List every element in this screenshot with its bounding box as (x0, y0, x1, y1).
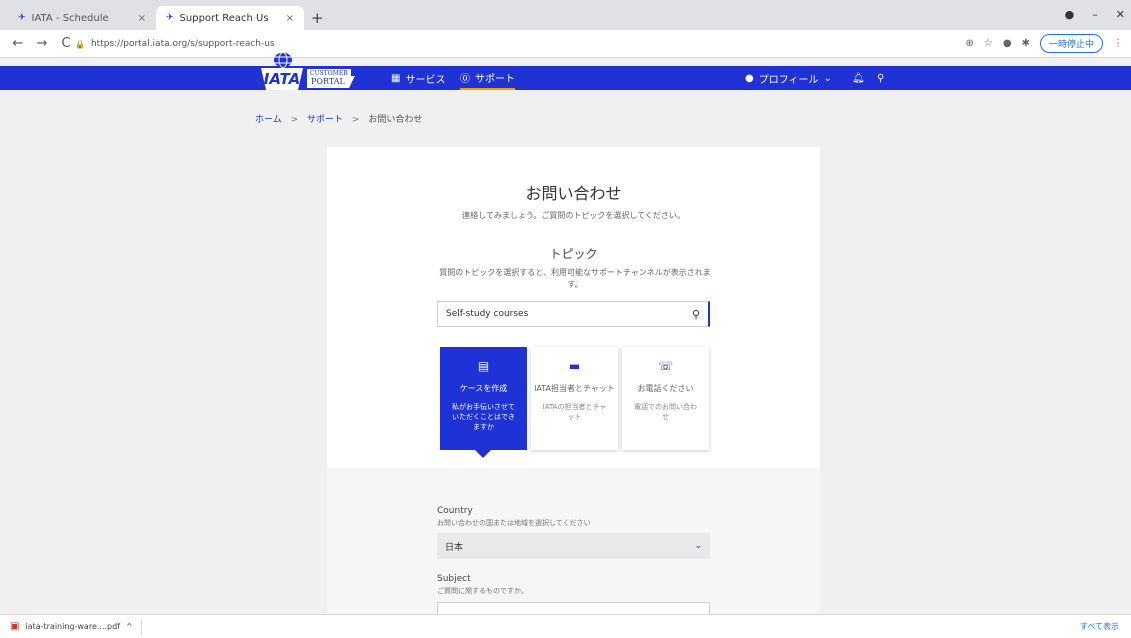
option-create-case[interactable]: ▤ ケースを作成 私がお手伝いさせていただくことはできますか (440, 347, 527, 450)
breadcrumb: ホーム > サポート > お問い合わせ (255, 112, 422, 125)
logo-iata-text: IATA (261, 68, 303, 90)
download-item[interactable]: ▣ iata-training-ware....pdf ^ (10, 617, 142, 636)
option-description: 電話でのお問い合わせ (634, 403, 697, 421)
nav-support-label: サポート (475, 73, 515, 85)
account-icon[interactable]: ● (1065, 8, 1075, 21)
bell-icon: 🔔︎ (852, 72, 865, 84)
window-close-icon[interactable]: ✕ (1116, 8, 1125, 21)
iata-customer-portal-logo[interactable]: IATA CUSTOMER PORTAL (243, 52, 373, 90)
url-text: https://portal.iata.org/s/support-reach-… (90, 39, 275, 49)
subject-label: Subject (437, 574, 471, 584)
download-bar: ▣ iata-training-ware....pdf ^ すべて表示 (0, 614, 1131, 638)
address-bar[interactable]: 🔒 https://portal.iata.org/s/support-reac… (75, 35, 275, 53)
header-search-button[interactable]: ⚲ (877, 66, 884, 90)
browser-toolbar: ← → C 🔒 https://portal.iata.org/s/suppor… (0, 30, 1131, 58)
tab-title: Support Reach Us (179, 12, 269, 24)
option-title: お電話ください (637, 384, 694, 393)
page-subtitle: 連絡してみましょう。ご質問のトピックを選択してください。 (462, 211, 685, 220)
new-tab-button[interactable]: + (311, 9, 324, 27)
logo-portal-text: PORTAL (307, 76, 355, 88)
option-title: IATA担当者とチャット (534, 384, 615, 393)
globe-icon (274, 52, 292, 68)
subject-help: ご質問に関するものですか。 (437, 587, 528, 595)
zoom-icon[interactable]: ⊕ (966, 38, 974, 49)
close-icon[interactable]: × (138, 13, 146, 24)
services-icon: ▦ (391, 72, 401, 84)
portal-header (0, 66, 1131, 90)
topic-heading: トピック (549, 247, 598, 261)
phone-icon: ☏ (657, 359, 673, 373)
iata-favicon-icon: ✈ (166, 13, 174, 23)
lock-icon: 🔒 (75, 39, 85, 49)
chevron-down-icon: ⌄ (694, 541, 702, 551)
breadcrumb-separator: > (290, 115, 299, 125)
country-help: お問い合わせの国または地域を選択してください (437, 519, 591, 527)
user-icon: ● (745, 72, 754, 84)
minimize-icon[interactable]: – (1092, 8, 1098, 21)
option-description: IATAの担当者とチャット (542, 403, 607, 421)
close-icon[interactable]: × (286, 13, 294, 24)
country-label: Country (437, 506, 473, 516)
chat-icon: ▬ (568, 359, 581, 373)
option-chat[interactable]: ▬ IATA担当者とチャット IATAの担当者とチャット (531, 347, 618, 450)
profile-label: プロフィール (758, 74, 819, 86)
reload-button[interactable]: C (60, 36, 72, 51)
window-controls: ● – ✕ (1065, 8, 1125, 21)
browser-tab-support[interactable]: ✈ Support Reach Us × (156, 6, 304, 30)
breadcrumb-separator: > (351, 115, 360, 125)
chevron-down-icon: ⌄ (823, 72, 832, 84)
page-title: お問い合わせ (525, 184, 622, 203)
toolbar-actions: ⊕ ☆ ● ✱ 一時停止中 ⋮ (966, 34, 1123, 53)
topic-search-input[interactable] (446, 309, 692, 319)
help-circle-icon: ⓪ (460, 73, 470, 85)
form-icon: ▤ (477, 359, 490, 373)
show-all-downloads-button[interactable]: すべて表示 (1080, 621, 1119, 632)
forward-button[interactable]: → (36, 36, 48, 51)
menu-icon[interactable]: ⋮ (1113, 38, 1123, 49)
extension-icon[interactable]: ● (1003, 38, 1012, 49)
iata-favicon-icon: ✈ (18, 13, 26, 23)
sync-paused-button[interactable]: 一時停止中 (1039, 34, 1103, 53)
notifications-button[interactable]: 🔔︎ (852, 66, 865, 90)
nav-services[interactable]: ▦ サービス (391, 66, 445, 90)
country-select[interactable]: 日本 ⌄ (437, 533, 710, 559)
profile-menu[interactable]: ● プロフィール ⌄ (745, 66, 832, 90)
subject-input[interactable] (437, 602, 710, 614)
browser-tabstrip: ✈ IATA - Schedule × ✈ Support Reach Us ×… (0, 0, 1131, 30)
chevron-up-icon[interactable]: ^ (126, 622, 133, 631)
bookmark-star-icon[interactable]: ☆ (984, 38, 993, 49)
tab-title: IATA - Schedule (31, 12, 109, 24)
nav-support[interactable]: ⓪ サポート (460, 66, 515, 90)
extensions-puzzle-icon[interactable]: ✱ (1022, 38, 1030, 49)
download-filename: iata-training-ware....pdf (25, 622, 121, 631)
breadcrumb-home[interactable]: ホーム (255, 115, 282, 125)
pdf-file-icon: ▣ (10, 621, 20, 632)
search-icon[interactable]: ⚲ (692, 308, 700, 321)
option-title: ケースを作成 (459, 384, 508, 393)
option-call[interactable]: ☏ お電話ください 電話でのお問い合わせ (622, 347, 709, 450)
search-icon: ⚲ (877, 72, 885, 84)
country-value: 日本 (445, 542, 464, 553)
browser-tab-schedule[interactable]: ✈ IATA - Schedule × (8, 6, 156, 30)
nav-services-label: サービス (405, 74, 446, 86)
topic-description: 質問のトピックを選択すると、利用可能なサポートチャンネルが表示されます。 (439, 268, 711, 289)
breadcrumb-current: お問い合わせ (368, 115, 423, 125)
selected-option-pointer (475, 450, 491, 458)
option-description: 私がお手伝いさせていただくことはできますか (452, 403, 515, 431)
breadcrumb-support[interactable]: サポート (307, 115, 343, 125)
topic-search-field[interactable]: ⚲ (437, 301, 710, 327)
back-button[interactable]: ← (12, 36, 24, 51)
